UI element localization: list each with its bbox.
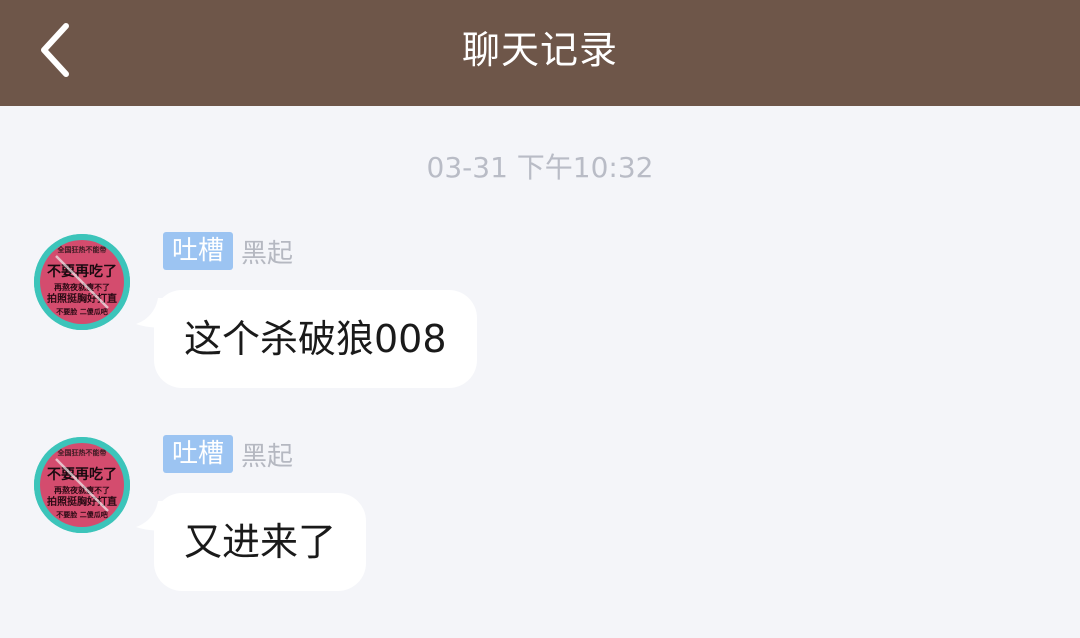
message-meta: 吐槽 黑起 [163, 232, 293, 270]
avatar[interactable]: 全国狂热不能带 不要再吃了 再熬夜就瘦不了 拍照挺胸好打直 不要脸 二傻瓜吧 [34, 437, 130, 533]
message-meta: 吐槽 黑起 [163, 435, 293, 473]
message-bubble[interactable]: 又进来了 [154, 493, 367, 591]
svg-text:全国狂热不能带: 全国狂热不能带 [57, 245, 107, 254]
message-bubble[interactable]: 这个杀破狼008 [154, 290, 477, 388]
header-bar: 聊天记录 [0, 0, 1080, 106]
svg-text:拍照挺胸好打直: 拍照挺胸好打直 [47, 292, 117, 305]
svg-text:拍照挺胸好打直: 拍照挺胸好打直 [47, 495, 117, 508]
tag-badge: 吐槽 [163, 232, 234, 270]
tag-badge: 吐槽 [163, 435, 234, 473]
svg-text:不要脸 二傻瓜吧: 不要脸 二傻瓜吧 [56, 510, 107, 519]
svg-text:不要脸 二傻瓜吧: 不要脸 二傻瓜吧 [56, 307, 107, 316]
avatar[interactable]: 全国狂热不能带 不要再吃了 再熬夜就瘦不了 拍照挺胸好打直 不要脸 二傻瓜吧 [34, 234, 130, 330]
svg-text:不要再吃了: 不要再吃了 [47, 466, 117, 483]
svg-text:全国狂热不能带: 全国狂热不能带 [57, 448, 107, 457]
avatar-image: 全国狂热不能带 不要再吃了 再熬夜就瘦不了 拍照挺胸好打直 不要脸 二傻瓜吧 [34, 234, 130, 330]
message-timestamp: 03-31 下午10:32 [426, 151, 654, 184]
page-title: 聊天记录 [461, 28, 618, 72]
sender-name[interactable]: 黑起 [241, 233, 293, 270]
sender-name[interactable]: 黑起 [241, 436, 293, 473]
svg-text:不要再吃了: 不要再吃了 [47, 263, 117, 280]
avatar-image: 全国狂热不能带 不要再吃了 再熬夜就瘦不了 拍照挺胸好打直 不要脸 二傻瓜吧 [34, 437, 130, 533]
